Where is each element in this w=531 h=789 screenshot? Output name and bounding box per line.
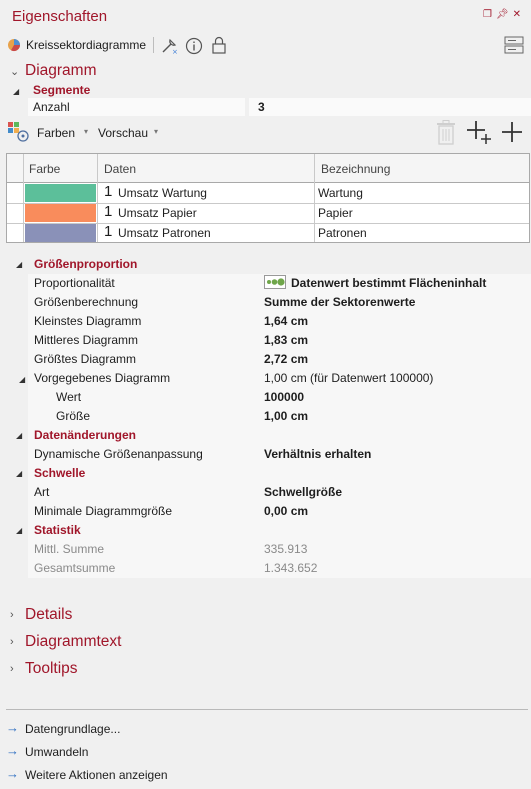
arrow-right-icon: → [6,720,19,735]
section-tooltips[interactable]: Tooltips [25,660,78,678]
data-cell[interactable]: Umsatz Wartung [118,186,207,200]
statistik-collapse-icon[interactable]: ◢ [16,526,22,535]
segments-table: Farbe Daten Bezeichnung 1 Umsatz Wartung… [6,153,530,243]
wert-value[interactable]: 100000 [264,390,304,404]
groesstes-label: Größtes Diagramm [34,352,137,366]
pin-icon[interactable]: 📌︎ [496,9,513,20]
table-row[interactable]: 1 Umsatz Wartung Wartung [7,183,529,203]
tools-icon[interactable]: × [160,37,178,55]
mittleres-value[interactable]: 1,83 cm [264,333,308,347]
data-count: 1 [104,183,113,200]
segmente-collapse-icon[interactable]: ◢ [13,87,19,96]
category-statistik: Statistik [34,523,81,537]
gesamtsumme-value: 1.343.652 [264,561,318,575]
groessenberechnung-label: Größenberechnung [34,295,139,309]
dyn-label: Dynamische Größenanpassung [34,447,203,461]
anzahl-value-cell[interactable]: 3 [249,98,531,116]
proportion-icon [264,275,286,289]
bezeichnung-cell[interactable]: Patronen [318,226,367,240]
arrow-right-icon: → [6,766,19,781]
bezeichnung-cell[interactable]: Papier [318,206,353,220]
proportionalitaet-value[interactable]: Datenwert bestimmt Flächeninhalt [291,276,486,290]
column-header-farbe[interactable]: Farbe [29,162,60,176]
kleinstes-value[interactable]: 1,64 cm [264,314,308,328]
groessenproportion-collapse-icon[interactable]: ◢ [16,260,22,269]
data-cell[interactable]: Umsatz Papier [118,206,197,220]
float-icon[interactable]: ❐ [483,9,496,20]
arrow-right-icon: → [6,743,19,758]
lock-icon[interactable] [211,36,227,54]
schwelle-collapse-icon[interactable]: ◢ [16,469,22,478]
data-count: 1 [104,223,113,240]
color-swatch[interactable] [25,184,96,202]
art-label: Art [34,485,50,499]
column-header-daten[interactable]: Daten [104,162,136,176]
farben-button[interactable]: Farben [37,126,75,140]
section-diagrammtext[interactable]: Diagrammtext [25,633,121,651]
mittl-summe-label: Mittl. Summe [34,542,105,556]
divider [6,709,528,710]
table-header: Farbe Daten Bezeichnung [7,154,529,183]
groesse-label: Größe [56,409,91,423]
mittl-summe-value: 335.913 [264,542,308,556]
section-details[interactable]: Details [25,606,72,624]
weitere-aktionen-link[interactable]: Weitere Aktionen anzeigen [25,768,168,782]
vorgegeben-collapse-icon[interactable]: ◢ [19,375,25,384]
data-count: 1 [104,203,113,220]
category-groessenproportion: Größenproportion [34,257,138,271]
diagramm-expand-icon[interactable]: ⌄ [10,65,19,78]
table-row[interactable]: 1 Umsatz Patronen Patronen [7,223,529,243]
column-header-bezeichnung[interactable]: Bezeichnung [321,162,390,176]
panel-title: Eigenschaften [12,8,108,25]
table-row[interactable]: 1 Umsatz Papier Papier [7,203,529,223]
category-schwelle: Schwelle [34,466,86,480]
close-icon[interactable]: ✕ [513,9,525,20]
bezeichnung-cell[interactable]: Wartung [318,186,363,200]
wert-label: Wert [56,390,82,404]
datengrundlage-link[interactable]: Datengrundlage... [25,722,120,736]
datenaenderungen-collapse-icon[interactable]: ◢ [16,431,22,440]
chevron-down-icon[interactable]: ▾ [84,127,88,136]
pie-chart-icon [8,39,20,52]
object-toolbar: Kreissektordiagramme × [0,34,531,58]
add-multiple-icon[interactable] [466,119,492,145]
object-type-label: Kreissektordiagramme [26,38,147,52]
min-label: Minimale Diagrammgröße [34,504,173,518]
svg-text:×: × [172,48,178,55]
anzahl-label-cell: Anzahl [28,98,245,116]
anzahl-label: Anzahl [33,100,70,114]
gesamtsumme-label: Gesamtsumme [34,561,116,575]
anzahl-value[interactable]: 3 [258,100,265,114]
art-value[interactable]: Schwellgröße [264,485,342,499]
add-icon[interactable] [501,121,523,143]
groessenberechnung-value[interactable]: Summe der Sektorenwerte [264,295,415,309]
data-cell[interactable]: Umsatz Patronen [118,226,211,240]
vorgegeben-label: Vorgegebenes Diagramm [34,371,171,385]
info-icon[interactable] [185,37,203,55]
groesse-value[interactable]: 1,00 cm [264,409,308,423]
dyn-value[interactable]: Verhältnis erhalten [264,447,371,461]
color-palette-icon[interactable] [7,121,31,143]
chevron-down-icon[interactable]: ▾ [154,127,158,136]
layout-icon[interactable] [504,36,524,54]
window-buttons: ❐📌︎✕ [483,9,525,20]
min-value[interactable]: 0,00 cm [264,504,308,518]
color-swatch[interactable] [25,224,96,242]
tooltips-expand-icon[interactable]: › [10,663,14,675]
proportionalitaet-label: Proportionalität [34,276,115,290]
details-expand-icon[interactable]: › [10,609,14,621]
category-datenaenderungen: Datenänderungen [34,428,137,442]
umwandeln-link[interactable]: Umwandeln [25,745,88,759]
color-swatch[interactable] [25,204,96,222]
section-diagramm[interactable]: Diagramm [25,62,96,80]
trash-icon[interactable] [434,120,458,146]
diagrammtext-expand-icon[interactable]: › [10,636,14,648]
vorschau-button[interactable]: Vorschau [98,126,148,140]
toolbar-divider [153,37,154,53]
groesstes-value[interactable]: 2,72 cm [264,352,308,366]
category-segmente: Segmente [33,83,91,97]
kleinstes-label: Kleinstes Diagramm [34,314,142,328]
vorgegeben-value[interactable]: 1,00 cm (für Datenwert 100000) [264,371,433,385]
mittleres-label: Mittleres Diagramm [34,333,139,347]
